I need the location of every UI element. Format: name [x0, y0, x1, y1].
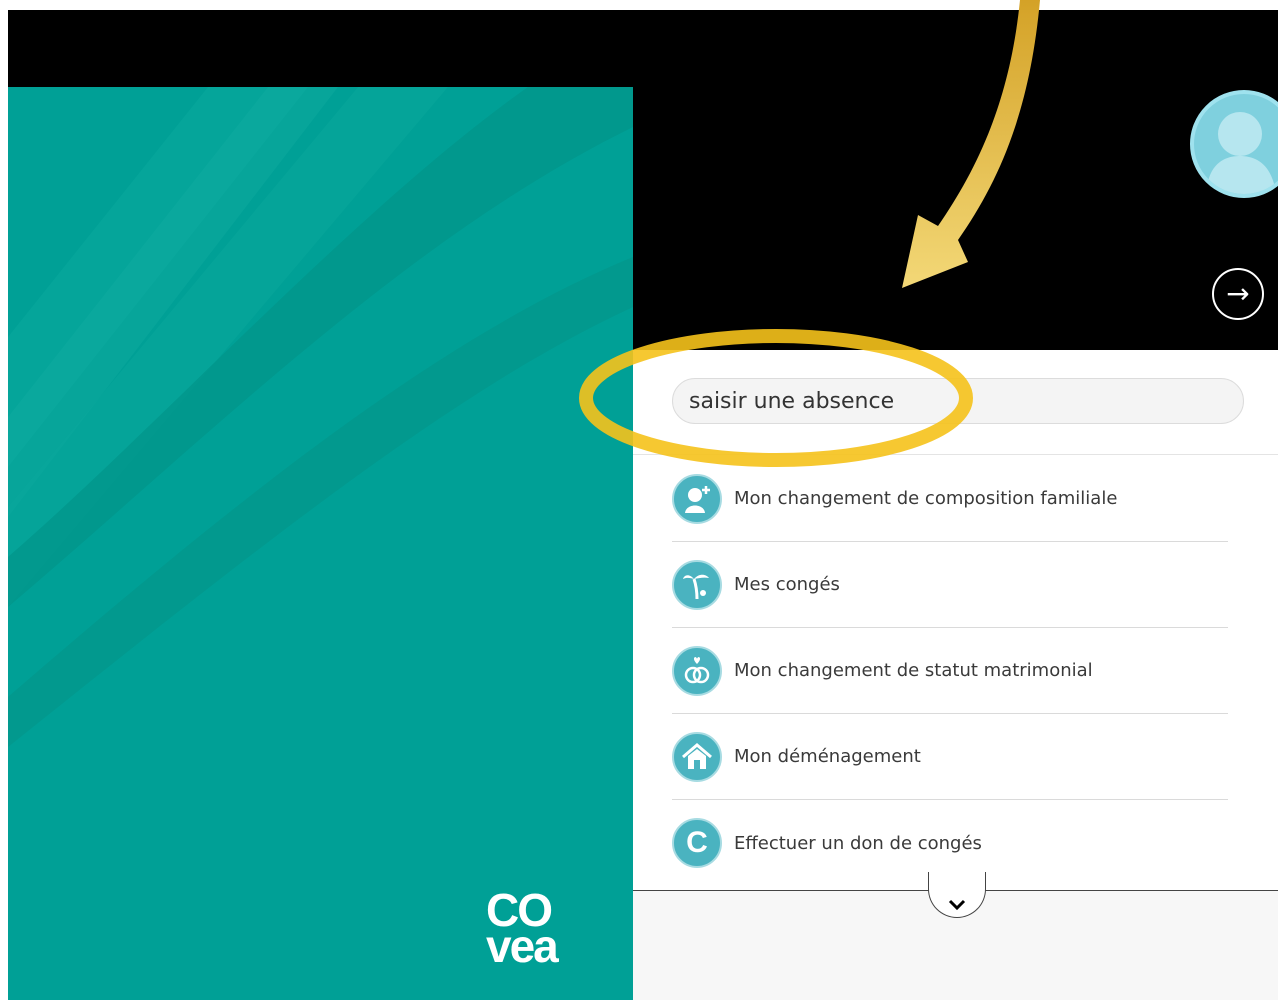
next-arrow-button[interactable]: →	[1212, 268, 1264, 320]
background-waves	[8, 87, 633, 747]
top-black-band	[8, 10, 1278, 87]
brand-panel: CO vea	[8, 87, 633, 1000]
header-black-area	[633, 87, 1278, 350]
list-item-label: Mes congés	[734, 574, 840, 595]
letter-c-icon: C	[672, 818, 722, 868]
palm-tree-icon	[672, 559, 722, 610]
chevron-down-icon	[948, 899, 966, 911]
person-silhouette-icon	[1206, 112, 1276, 194]
list-item-marital-status[interactable]: Mon changement de statut matrimonial	[672, 628, 1228, 714]
rings-icon	[672, 645, 722, 696]
list-item-label: Mon changement de statut matrimonial	[734, 660, 1093, 681]
covea-logo: CO vea	[482, 887, 602, 977]
logo-line-2: vea	[486, 920, 559, 972]
quick-actions-list: Mon changement de composition familiale …	[672, 456, 1228, 886]
list-item-label: Mon déménagement	[734, 746, 921, 767]
search-divider	[633, 454, 1278, 455]
list-item-label: Effectuer un don de congés	[734, 832, 982, 854]
list-item-label: Mon changement de composition familiale	[734, 488, 1118, 509]
family-add-icon	[672, 473, 722, 524]
list-item-moving[interactable]: Mon déménagement	[672, 714, 1228, 800]
arrow-right-icon: →	[1226, 277, 1250, 310]
list-item-leave[interactable]: Mes congés	[672, 542, 1228, 628]
search-input[interactable]	[672, 378, 1244, 424]
house-icon	[672, 731, 722, 782]
list-item-family-composition[interactable]: Mon changement de composition familiale	[672, 456, 1228, 542]
letter-c-glyph: C	[686, 826, 708, 859]
